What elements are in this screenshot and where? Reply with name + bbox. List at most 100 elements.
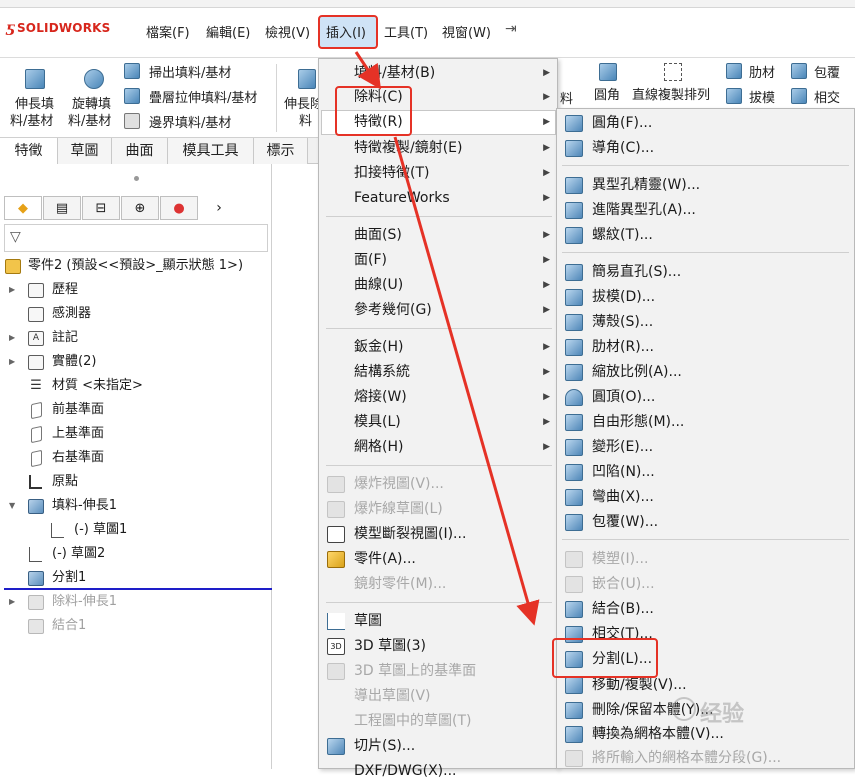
pin-icon[interactable]: ⇥ [505, 21, 517, 37]
menu-item-fastening-feature[interactable]: 扣接特徵(T) ▶ [318, 161, 558, 186]
panel-grip[interactable] [134, 176, 139, 181]
menu-window[interactable]: 視窗(W) [442, 22, 491, 41]
graphics-area[interactable] [272, 164, 318, 769]
linear-pattern-icon [664, 63, 682, 81]
menu-item-derived-sketch[interactable]: 導出草圖(V) [318, 684, 558, 709]
tab-markup[interactable]: 標示 [254, 138, 308, 164]
tree-item-boss-extrude1[interactable]: ▶ 填料-伸長1 [0, 494, 272, 518]
menu-item-part[interactable]: 零件(A)... [318, 547, 558, 572]
revolve-boss-label-2[interactable]: 料/基材 [68, 110, 111, 129]
menu-item-boss-base[interactable]: 填料/基材(B) ▶ [318, 61, 558, 86]
loft-boss-button[interactable]: 疊層拉伸填料/基材 [149, 87, 257, 106]
menu-insert[interactable]: 插入(I) [326, 22, 366, 41]
menu-item-weldments[interactable]: 熔接(W) ▶ [318, 385, 558, 410]
menu-item-slice[interactable]: 切片(S)... [318, 734, 558, 759]
tree-item-sensors[interactable]: 感測器 [0, 302, 272, 326]
menu-item-face[interactable]: 面(F) ▶ [318, 248, 558, 273]
collapse-arrow-icon[interactable]: ▶ [0, 503, 24, 509]
menu-item-structure-system[interactable]: 結構系統 ▶ [318, 360, 558, 385]
tree-item-sketch2[interactable]: (-) 草圖2 [0, 542, 272, 566]
menu-item-mesh[interactable]: 網格(H) ▶ [318, 435, 558, 460]
menu-item-simple-hole[interactable]: 簡易直孔(S)... [556, 260, 855, 285]
sweep-boss-button[interactable]: 掃出填料/基材 [149, 62, 231, 81]
tree-item-front-plane[interactable]: 前基準面 [0, 398, 272, 422]
dimxpert-tab-icon[interactable]: ⊕ [121, 196, 159, 220]
menu-item-rib[interactable]: 肋材(R)... [556, 335, 855, 360]
menu-item-segment-mesh[interactable]: 將所輸入的網格本體分段(G)... [556, 746, 855, 771]
rib-button[interactable]: 肋材 [749, 62, 775, 81]
menu-item-pattern-mirror[interactable]: 特徵複製/鏡射(E) ▶ [318, 136, 558, 161]
menu-item-reference-geometry[interactable]: 參考幾何(G) ▶ [318, 298, 558, 323]
boundary-boss-button[interactable]: 邊界填料/基材 [149, 112, 231, 131]
menu-item-combine[interactable]: 結合(B)... [556, 597, 855, 622]
menu-edit[interactable]: 編輯(E) [206, 22, 250, 41]
menu-item-molds[interactable]: 模具(L) ▶ [318, 410, 558, 435]
menu-item-exploded-view[interactable]: 爆炸視圖(V)... [318, 472, 558, 497]
menu-item-surface[interactable]: 曲面(S) ▶ [318, 223, 558, 248]
menu-item-join[interactable]: 嵌合(U)... [556, 572, 855, 597]
expand-arrow-icon[interactable]: ▶ [9, 278, 15, 302]
menu-item-draft[interactable]: 拔模(D)... [556, 285, 855, 310]
tree-item-material[interactable]: ☰ 材質 <未指定> [0, 374, 272, 398]
menu-item-advanced-hole[interactable]: 進階異型孔(A)... [556, 198, 855, 223]
property-manager-tab-icon[interactable]: ▤ [43, 196, 81, 220]
menu-item-fillet[interactable]: 圓角(F)... [556, 111, 855, 136]
tree-item-origin[interactable]: 原點 [0, 470, 272, 494]
tab-surfaces[interactable]: 曲面 [112, 138, 168, 164]
menu-view[interactable]: 檢視(V) [265, 22, 310, 41]
extrude-boss-label-2[interactable]: 料/基材 [10, 110, 53, 129]
feature-manager-tab-icon[interactable]: ◆ [4, 196, 42, 220]
expand-arrow-icon[interactable]: ▶ [9, 326, 15, 350]
intersect-button[interactable]: 相交 [814, 87, 840, 106]
menu-item-cavity[interactable]: 模塑(I)... [556, 547, 855, 572]
menu-item-dome[interactable]: 圓頂(O)... [556, 385, 855, 410]
configuration-manager-tab-icon[interactable]: ⊟ [82, 196, 120, 220]
menu-item-hole-wizard[interactable]: 異型孔精靈(W)... [556, 173, 855, 198]
menu-item-scale[interactable]: 縮放比例(A)... [556, 360, 855, 385]
menu-item-freeform[interactable]: 自由形態(M)... [556, 410, 855, 435]
menu-item-model-break-view[interactable]: 模型斷裂視圖(I)... [318, 522, 558, 547]
menu-item-deform[interactable]: 變形(E)... [556, 435, 855, 460]
tree-item-cut-extrude1[interactable]: ▶ 除料-伸長1 [0, 590, 272, 614]
tab-features[interactable]: 特徵 [0, 138, 58, 164]
menu-item-wrap[interactable]: 包覆(W)... [556, 510, 855, 535]
menu-item-explode-line-sketch[interactable]: 爆炸線草圖(L) [318, 497, 558, 522]
menu-file[interactable]: 檔案(F) [146, 22, 190, 41]
panel-more-chevron-icon[interactable]: › [199, 196, 239, 220]
menu-tools[interactable]: 工具(T) [384, 22, 428, 41]
menu-item-3d-sketch[interactable]: 3D 3D 草圖(3) [318, 634, 558, 659]
linear-pattern-button[interactable]: 直線複製排列 [632, 84, 710, 103]
tree-item-split1[interactable]: 分割1 [0, 566, 272, 590]
tree-root-part[interactable]: 零件2 (預設<<預設>_顯示狀態 1>) [0, 254, 272, 278]
menu-item-flex[interactable]: 彎曲(X)... [556, 485, 855, 510]
expand-arrow-icon[interactable]: ▶ [9, 590, 15, 614]
menu-item-shell[interactable]: 薄殼(S)... [556, 310, 855, 335]
menu-item-3d-sketch-plane[interactable]: 3D 草圖上的基準面 [318, 659, 558, 684]
menu-item-chamfer[interactable]: 導角(C)... [556, 136, 855, 161]
tree-item-sketch1[interactable]: (-) 草圖1 [0, 518, 272, 542]
tree-item-top-plane[interactable]: 上基準面 [0, 422, 272, 446]
tab-sketch[interactable]: 草圖 [58, 138, 112, 164]
menu-item-curve[interactable]: 曲線(U) ▶ [318, 273, 558, 298]
menu-item-sketch-from-drawing[interactable]: 工程圖中的草圖(T) [318, 709, 558, 734]
menu-item-indent[interactable]: 凹陷(N)... [556, 460, 855, 485]
menu-item-thread[interactable]: 螺紋(T)... [556, 223, 855, 248]
tree-item-right-plane[interactable]: 右基準面 [0, 446, 272, 470]
tab-mold-tools[interactable]: 模具工具 [168, 138, 254, 164]
extrude-cut-label-2[interactable]: 料 [299, 110, 312, 129]
menu-item-dxf-dwg[interactable]: DXF/DWG(X)... [318, 759, 558, 784]
tree-item-solid-bodies[interactable]: ▶ 實體(2) [0, 350, 272, 374]
tree-item-annotations[interactable]: ▶ A 註記 [0, 326, 272, 350]
tree-filter-input[interactable]: ▽ [4, 224, 268, 252]
fillet-button[interactable]: 圓角 [594, 84, 620, 103]
wrap-button[interactable]: 包覆 [814, 62, 840, 81]
menu-item-featureworks[interactable]: FeatureWorks ▶ [318, 186, 558, 211]
tree-item-combine1[interactable]: 結合1 [0, 614, 272, 638]
menu-item-mirror-part[interactable]: 鏡射零件(M)... [318, 572, 558, 597]
display-manager-tab-icon[interactable]: ● [160, 196, 198, 220]
draft-button[interactable]: 拔模 [749, 87, 775, 106]
menu-item-sketch[interactable]: 草圖 [318, 609, 558, 634]
menu-item-sheet-metal[interactable]: 鈑金(H) ▶ [318, 335, 558, 360]
tree-item-history[interactable]: ▶ 歷程 [0, 278, 272, 302]
expand-arrow-icon[interactable]: ▶ [9, 350, 15, 374]
